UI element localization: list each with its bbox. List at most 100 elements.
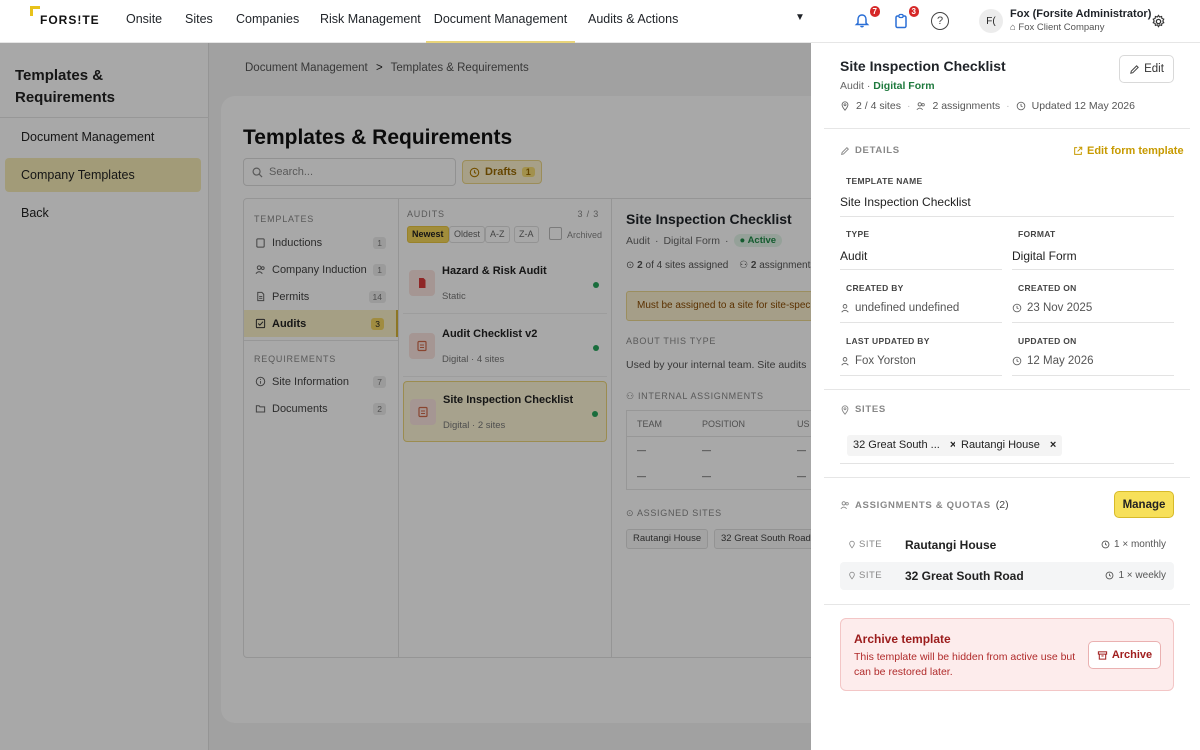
meta-dot: · (866, 80, 871, 92)
site-chip: 32 Great South ... × (847, 435, 963, 456)
updated-stat: Updated 12 May 2026 (1031, 100, 1135, 112)
details-heading-label: DETAILS (855, 145, 900, 156)
notifications-button[interactable]: 7 (851, 6, 880, 32)
clock-icon (1016, 101, 1025, 111)
drawer-stats: 2 / 4 sites · 2 assignments · Updated 12… (840, 100, 1135, 112)
nav-companies[interactable]: Companies (236, 0, 299, 43)
user-company: ⌂ Fox Client Company (1010, 22, 1104, 33)
pencil-icon (841, 146, 849, 155)
drawer-divider (824, 389, 1190, 390)
assignment-row[interactable]: SITE Rautangi House 1 × monthly (840, 531, 1174, 559)
clock-icon (1101, 540, 1110, 549)
nav-sites[interactable]: Sites (185, 0, 213, 43)
forsite-logo[interactable]: FORS!TE (30, 6, 100, 30)
assignment-frequency-label: 1 × monthly (1114, 539, 1166, 550)
help-button[interactable]: ? (929, 10, 951, 32)
tasks-button[interactable]: 3 (890, 6, 919, 32)
help-icon: ? (931, 12, 949, 30)
field-underline (840, 216, 1174, 217)
assignment-frequency-label: 1 × weekly (1118, 570, 1166, 581)
user-company-label: Fox Client Company (1018, 22, 1105, 33)
more-nav-chevron-down-icon[interactable]: ▼ (795, 12, 805, 23)
created-by-label: CREATED BY (846, 283, 904, 293)
drawer-title: Site Inspection Checklist (840, 58, 1006, 74)
user-icon (841, 357, 849, 366)
pencil-icon (1130, 64, 1139, 74)
template-name-value: Site Inspection Checklist (840, 195, 971, 209)
field-underline (840, 269, 1002, 270)
last-updated-by-text: Fox Yorston (855, 355, 916, 367)
nav-risk-management[interactable]: Risk Management (320, 0, 421, 43)
nav-audits-actions[interactable]: Audits & Actions (588, 0, 678, 43)
edit-label: Edit (1144, 63, 1164, 75)
field-underline (1012, 322, 1174, 323)
tasks-count-badge: 3 (908, 6, 919, 17)
modal-backdrop[interactable] (0, 43, 811, 750)
field-underline (840, 375, 1002, 376)
sites-heading: SITES (840, 404, 886, 415)
user-name[interactable]: Fox (Forsite Administrator) (1010, 8, 1151, 20)
format-label: FORMAT (1018, 229, 1056, 239)
archive-title: Archive template (854, 632, 951, 646)
last-updated-by-value: Fox Yorston (840, 355, 916, 367)
clock-icon (1012, 356, 1022, 366)
pin-icon (849, 571, 855, 580)
user-avatar[interactable]: F( (979, 9, 1003, 33)
template-name-label: TEMPLATE NAME (846, 176, 923, 186)
assignments-count: (2) (995, 499, 1009, 511)
field-underline (840, 322, 1002, 323)
clipboard-icon (895, 13, 907, 29)
template-detail-drawer: Site Inspection Checklist Audit · Digita… (811, 43, 1200, 750)
created-by-text: undefined undefined (855, 302, 960, 314)
created-on-label: CREATED ON (1018, 283, 1077, 293)
field-underline (1012, 269, 1174, 270)
assignments-heading: ASSIGNMENTS & QUOTAS (2) (840, 499, 1009, 511)
drawer-divider (824, 128, 1190, 129)
last-updated-by-label: LAST UPDATED BY (846, 336, 930, 346)
settings-button[interactable] (1147, 10, 1169, 32)
assignment-frequency: 1 × monthly (1101, 539, 1166, 550)
drawer-divider (824, 477, 1190, 478)
created-on-value: 23 Nov 2025 (1012, 302, 1092, 314)
updated-on-value: 12 May 2026 (1012, 355, 1094, 367)
type-label: TYPE (846, 229, 870, 239)
drawer-subtitle: Audit · Digital Form (840, 80, 935, 92)
site-chip: Rautangi House × (955, 435, 1063, 456)
details-heading: DETAILS (840, 145, 900, 156)
created-by-value: undefined undefined (840, 302, 959, 314)
gear-icon (1151, 13, 1165, 28)
nav-onsite[interactable]: Onsite (126, 0, 162, 43)
sites-stat: 2 / 4 sites (856, 100, 901, 112)
assignment-type-label: SITE (859, 570, 883, 581)
site-chip-label: 32 Great South ... (853, 439, 940, 451)
users-icon (840, 501, 849, 510)
nav-document-management[interactable]: Document Management (426, 0, 575, 43)
notifications-count-badge: 7 (869, 6, 880, 17)
assignment-type: SITE (848, 539, 882, 550)
meta-dot: · (906, 100, 911, 112)
manage-button[interactable]: Manage (1114, 491, 1174, 518)
assignment-site-name: Rautangi House (905, 538, 997, 552)
edit-form-template-label: Edit form template (1087, 145, 1184, 157)
assignment-row[interactable]: SITE 32 Great South Road 1 × weekly (840, 562, 1174, 590)
meta-dot: · (1006, 100, 1010, 112)
updated-on-label: UPDATED ON (1018, 336, 1077, 346)
clock-icon (1012, 303, 1022, 313)
pin-icon (841, 404, 849, 415)
bell-icon (854, 14, 870, 28)
format-value: Digital Form (1012, 249, 1077, 263)
assignments-stat: 2 assignments (932, 100, 1001, 112)
edit-form-template-link[interactable]: Edit form template (1073, 145, 1184, 157)
drawer-type: Audit (840, 80, 864, 92)
users-icon (916, 102, 926, 111)
pin-icon (841, 101, 849, 111)
archive-button[interactable]: Archive (1088, 641, 1161, 669)
remove-site-close-icon[interactable]: × (1050, 439, 1056, 451)
archive-box-icon (1097, 650, 1107, 660)
user-icon (841, 304, 849, 313)
archive-panel: Archive template This template will be h… (840, 618, 1174, 691)
building-icon: ⌂ (1010, 22, 1016, 33)
site-chip-label: Rautangi House (961, 439, 1040, 451)
edit-button[interactable]: Edit (1119, 55, 1174, 83)
type-value: Audit (840, 249, 868, 263)
